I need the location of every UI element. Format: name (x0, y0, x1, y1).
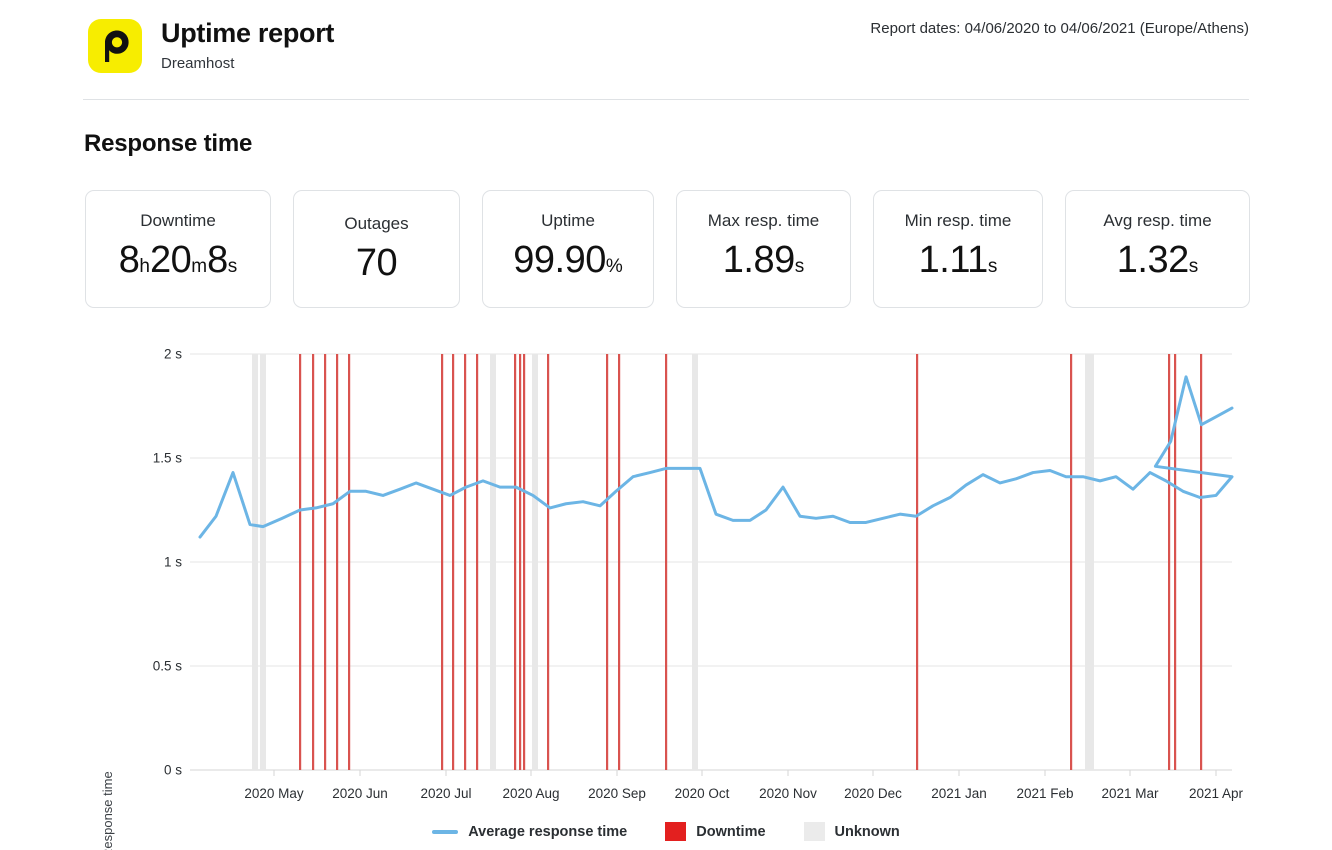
stat-label-uptime: Uptime (541, 210, 595, 230)
unknown-band (692, 354, 698, 770)
downtime-bar (312, 354, 315, 770)
avg-resp-unit: s (1188, 255, 1199, 277)
uptime-report-page: Uptime report Dreamhost Report dates: 04… (0, 0, 1332, 850)
max-resp-number: 1.89 (722, 238, 795, 281)
stat-value-avg-resp-time: 1.32s (1117, 238, 1198, 289)
page-title: Uptime report (161, 18, 335, 48)
min-resp-number: 1.11 (918, 238, 989, 281)
page-header: Uptime report Dreamhost Report dates: 04… (0, 0, 1332, 100)
avg-resp-number: 1.32 (1116, 238, 1189, 281)
downtime-bar (299, 354, 302, 770)
response-time-line (198, 375, 1234, 539)
stat-card-outages: Outages 70 (293, 190, 460, 308)
stat-value-max-resp-time: 1.89s (723, 238, 804, 289)
unknown-band (1085, 354, 1091, 770)
title-block: Uptime report Dreamhost (161, 16, 334, 74)
downtime-minutes: 20 (149, 238, 192, 281)
downtime-minutes-unit: m (191, 255, 208, 277)
legend-downtime-swatch-icon (665, 822, 687, 841)
logo-p-icon (105, 30, 129, 62)
downtime-bar (606, 354, 609, 770)
downtime-bar (476, 354, 479, 770)
outages-count: 70 (355, 242, 398, 284)
uptime-percent: 99.90 (513, 238, 606, 281)
downtime-bar (547, 354, 550, 770)
max-resp-unit: s (794, 255, 805, 277)
downtime-hours: 8 (118, 238, 140, 281)
downtime-bar (336, 354, 339, 770)
downtime-bar (1200, 354, 1203, 770)
downtime-bar (523, 354, 526, 770)
downtime-bar (324, 354, 327, 770)
uptime-percent-unit: % (605, 255, 623, 277)
legend-item-unknown[interactable]: Unknown (803, 822, 900, 841)
stat-value-downtime: 8h20m8s (119, 238, 237, 289)
stat-value-outages: 70 (355, 241, 398, 285)
brand-logo (88, 19, 142, 73)
downtime-bar (665, 354, 668, 770)
downtime-seconds: 8 (207, 238, 228, 281)
header-divider (83, 99, 1249, 100)
stat-card-uptime: Uptime 99.90% (482, 190, 654, 308)
legend-unknown-swatch-icon (803, 822, 825, 841)
legend-label-average-response-time: Average response time (468, 823, 628, 840)
report-dates: Report dates: 04/06/2020 to 04/06/2021 (… (870, 20, 1249, 37)
stat-card-max-resp-time: Max resp. time 1.89s (676, 190, 851, 308)
downtime-bar (348, 354, 351, 770)
downtime-bar (916, 354, 919, 770)
unknown-band (260, 354, 266, 770)
response-time-chart: Response time 0 s 0.5 s1 s 1.5 s2 s 2020 M… (0, 330, 1332, 850)
stat-label-min-resp-time: Min resp. time (904, 210, 1012, 230)
monitor-name: Dreamhost (161, 55, 235, 72)
unknown-band (532, 354, 538, 770)
downtime-bar (618, 354, 621, 770)
stat-value-min-resp-time: 1.11s (919, 238, 998, 289)
stat-label-downtime: Downtime (140, 210, 216, 230)
stat-card-min-resp-time: Min resp. time 1.11s (873, 190, 1043, 308)
stat-label-avg-resp-time: Avg resp. time (1103, 210, 1212, 230)
downtime-bar (1168, 354, 1171, 770)
legend-item-downtime[interactable]: Downtime (665, 822, 766, 841)
downtime-bar (514, 354, 517, 770)
stat-label-max-resp-time: Max resp. time (707, 210, 820, 230)
downtime-bar (519, 354, 522, 770)
stats-card-row: Downtime 8h20m8s Outages 70 Uptime 99.90… (85, 190, 1250, 308)
downtime-seconds-unit: s (227, 255, 238, 277)
stat-value-uptime: 99.90% (513, 238, 623, 289)
unknown-band (252, 354, 258, 770)
stat-card-downtime: Downtime 8h20m8s (85, 190, 271, 308)
legend-label-downtime: Downtime (696, 823, 766, 840)
stat-label-outages: Outages (344, 214, 409, 233)
section-title: Response time (84, 130, 253, 157)
unknown-band (490, 354, 496, 770)
downtime-bar (441, 354, 444, 770)
chart-legend: Average response time Downtime Unknown (0, 822, 1332, 841)
downtime-bar (452, 354, 455, 770)
chart-plot-area (190, 353, 1234, 776)
legend-item-average-response-time[interactable]: Average response time (432, 824, 627, 840)
min-resp-unit: s (987, 255, 998, 277)
stat-card-avg-resp-time: Avg resp. time 1.32s (1065, 190, 1250, 308)
downtime-hours-unit: h (139, 255, 150, 277)
legend-line-swatch-icon (432, 829, 459, 834)
downtime-bar (1070, 354, 1073, 770)
downtime-bar (464, 354, 467, 770)
legend-label-unknown: Unknown (834, 823, 900, 840)
